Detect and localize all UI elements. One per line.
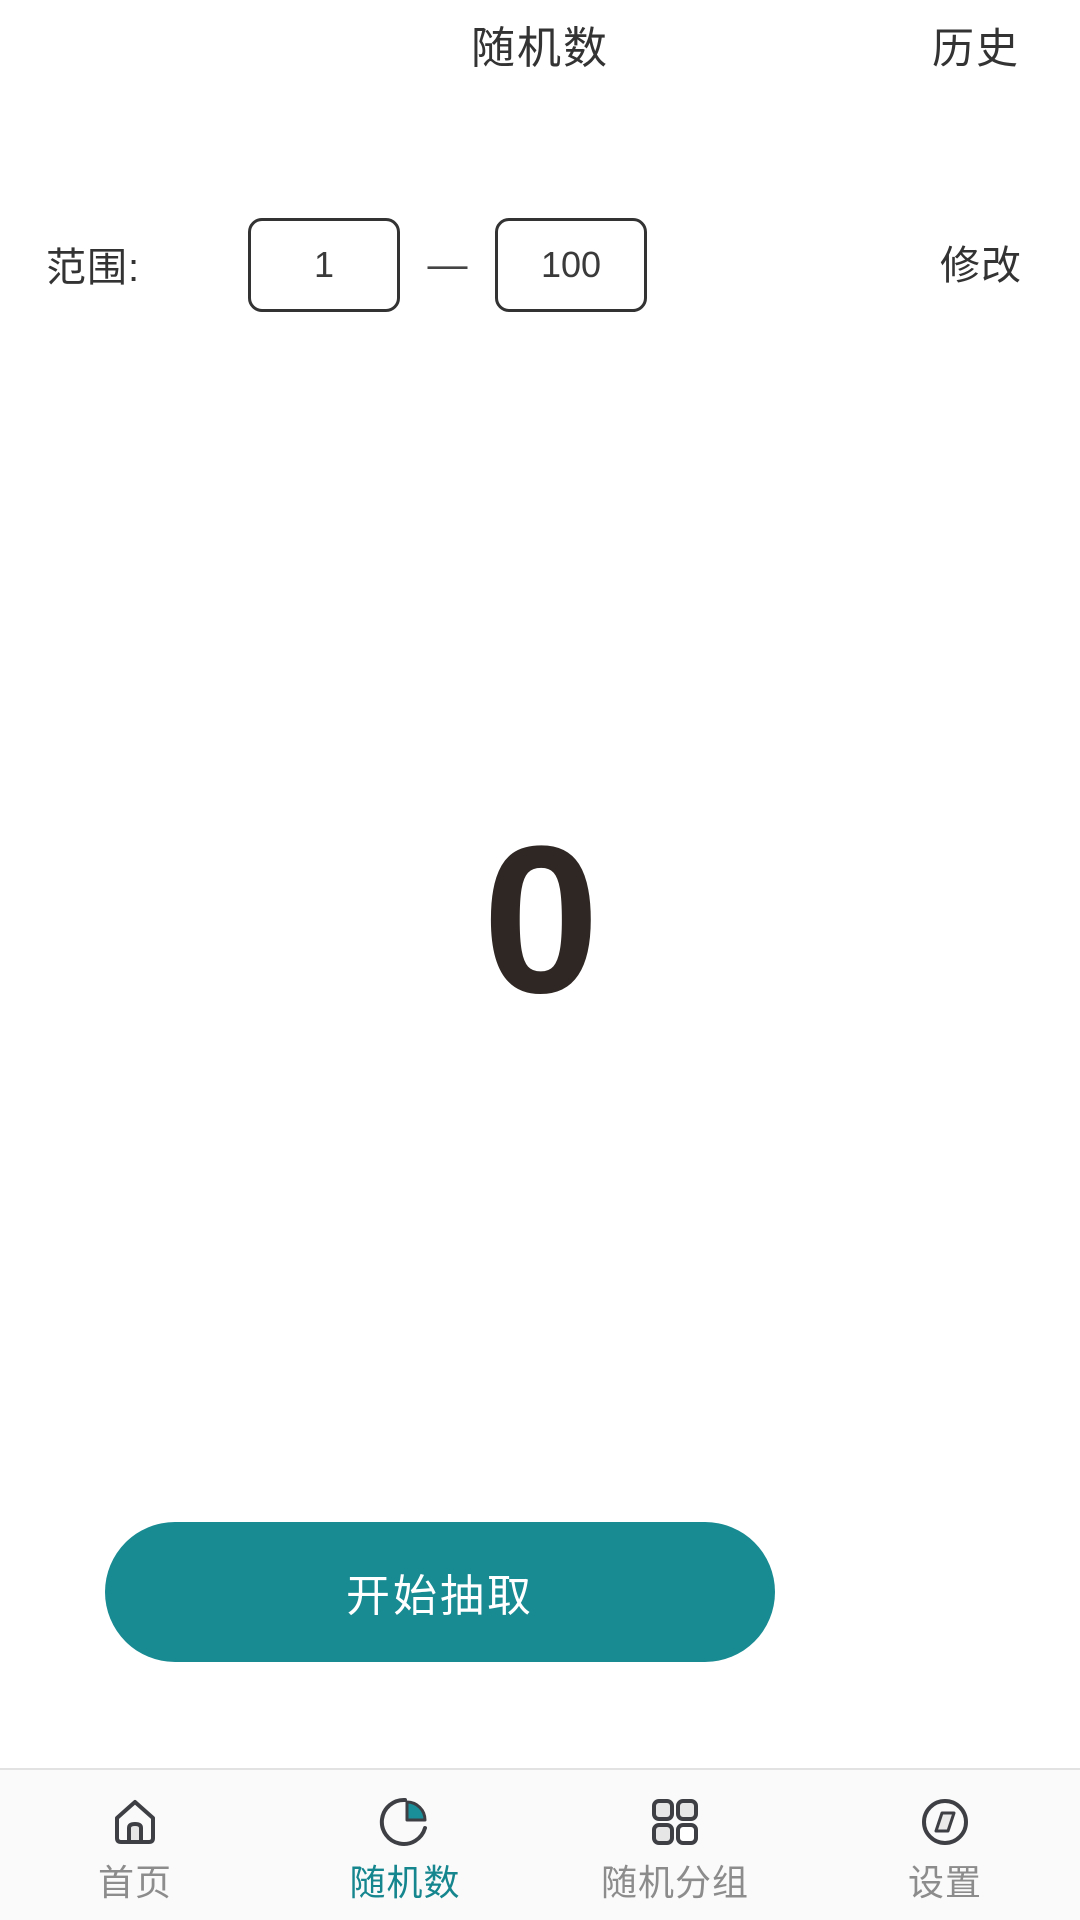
header-bar: 随机数 历史	[0, 0, 1080, 100]
app-root: 随机数 历史 范围: 1 — 100 修改 0 开始抽取 首页 随机数 随机分组…	[0, 0, 1080, 1920]
range-min-value: 1	[313, 244, 335, 285]
page-title: 随机数	[471, 24, 609, 73]
range-label: 范围:	[46, 246, 141, 290]
range-max-value: 100	[540, 244, 602, 285]
result-number: 0	[482, 802, 600, 1037]
edit-range-button[interactable]: 修改	[940, 240, 1022, 292]
home-icon	[105, 1792, 165, 1852]
start-draw-label: 开始抽取	[346, 1572, 534, 1621]
range-min-input[interactable]: 1	[248, 218, 400, 312]
range-max-input[interactable]: 100	[495, 218, 647, 312]
tab-random-group[interactable]: 随机分组	[540, 1770, 810, 1920]
grid-icon	[645, 1792, 705, 1852]
range-row: 范围: 1 — 100 修改	[0, 218, 1080, 318]
range-separator: —	[427, 242, 468, 287]
tab-random-number-label: 随机数	[349, 1862, 461, 1903]
history-button[interactable]: 历史	[932, 18, 1020, 80]
bottom-tab-bar: 首页 随机数 随机分组 设置	[0, 1768, 1080, 1920]
tab-random-number[interactable]: 随机数	[270, 1770, 540, 1920]
compass-icon	[915, 1792, 975, 1852]
start-draw-button[interactable]: 开始抽取	[105, 1522, 775, 1662]
tab-random-group-label: 随机分组	[600, 1862, 749, 1903]
result-area: 0	[0, 330, 1080, 1510]
tab-home[interactable]: 首页	[0, 1770, 270, 1920]
tab-home-label: 首页	[97, 1862, 172, 1903]
tab-settings[interactable]: 设置	[810, 1770, 1080, 1920]
tab-settings-label: 设置	[907, 1862, 982, 1903]
pie-chart-icon	[375, 1792, 435, 1852]
